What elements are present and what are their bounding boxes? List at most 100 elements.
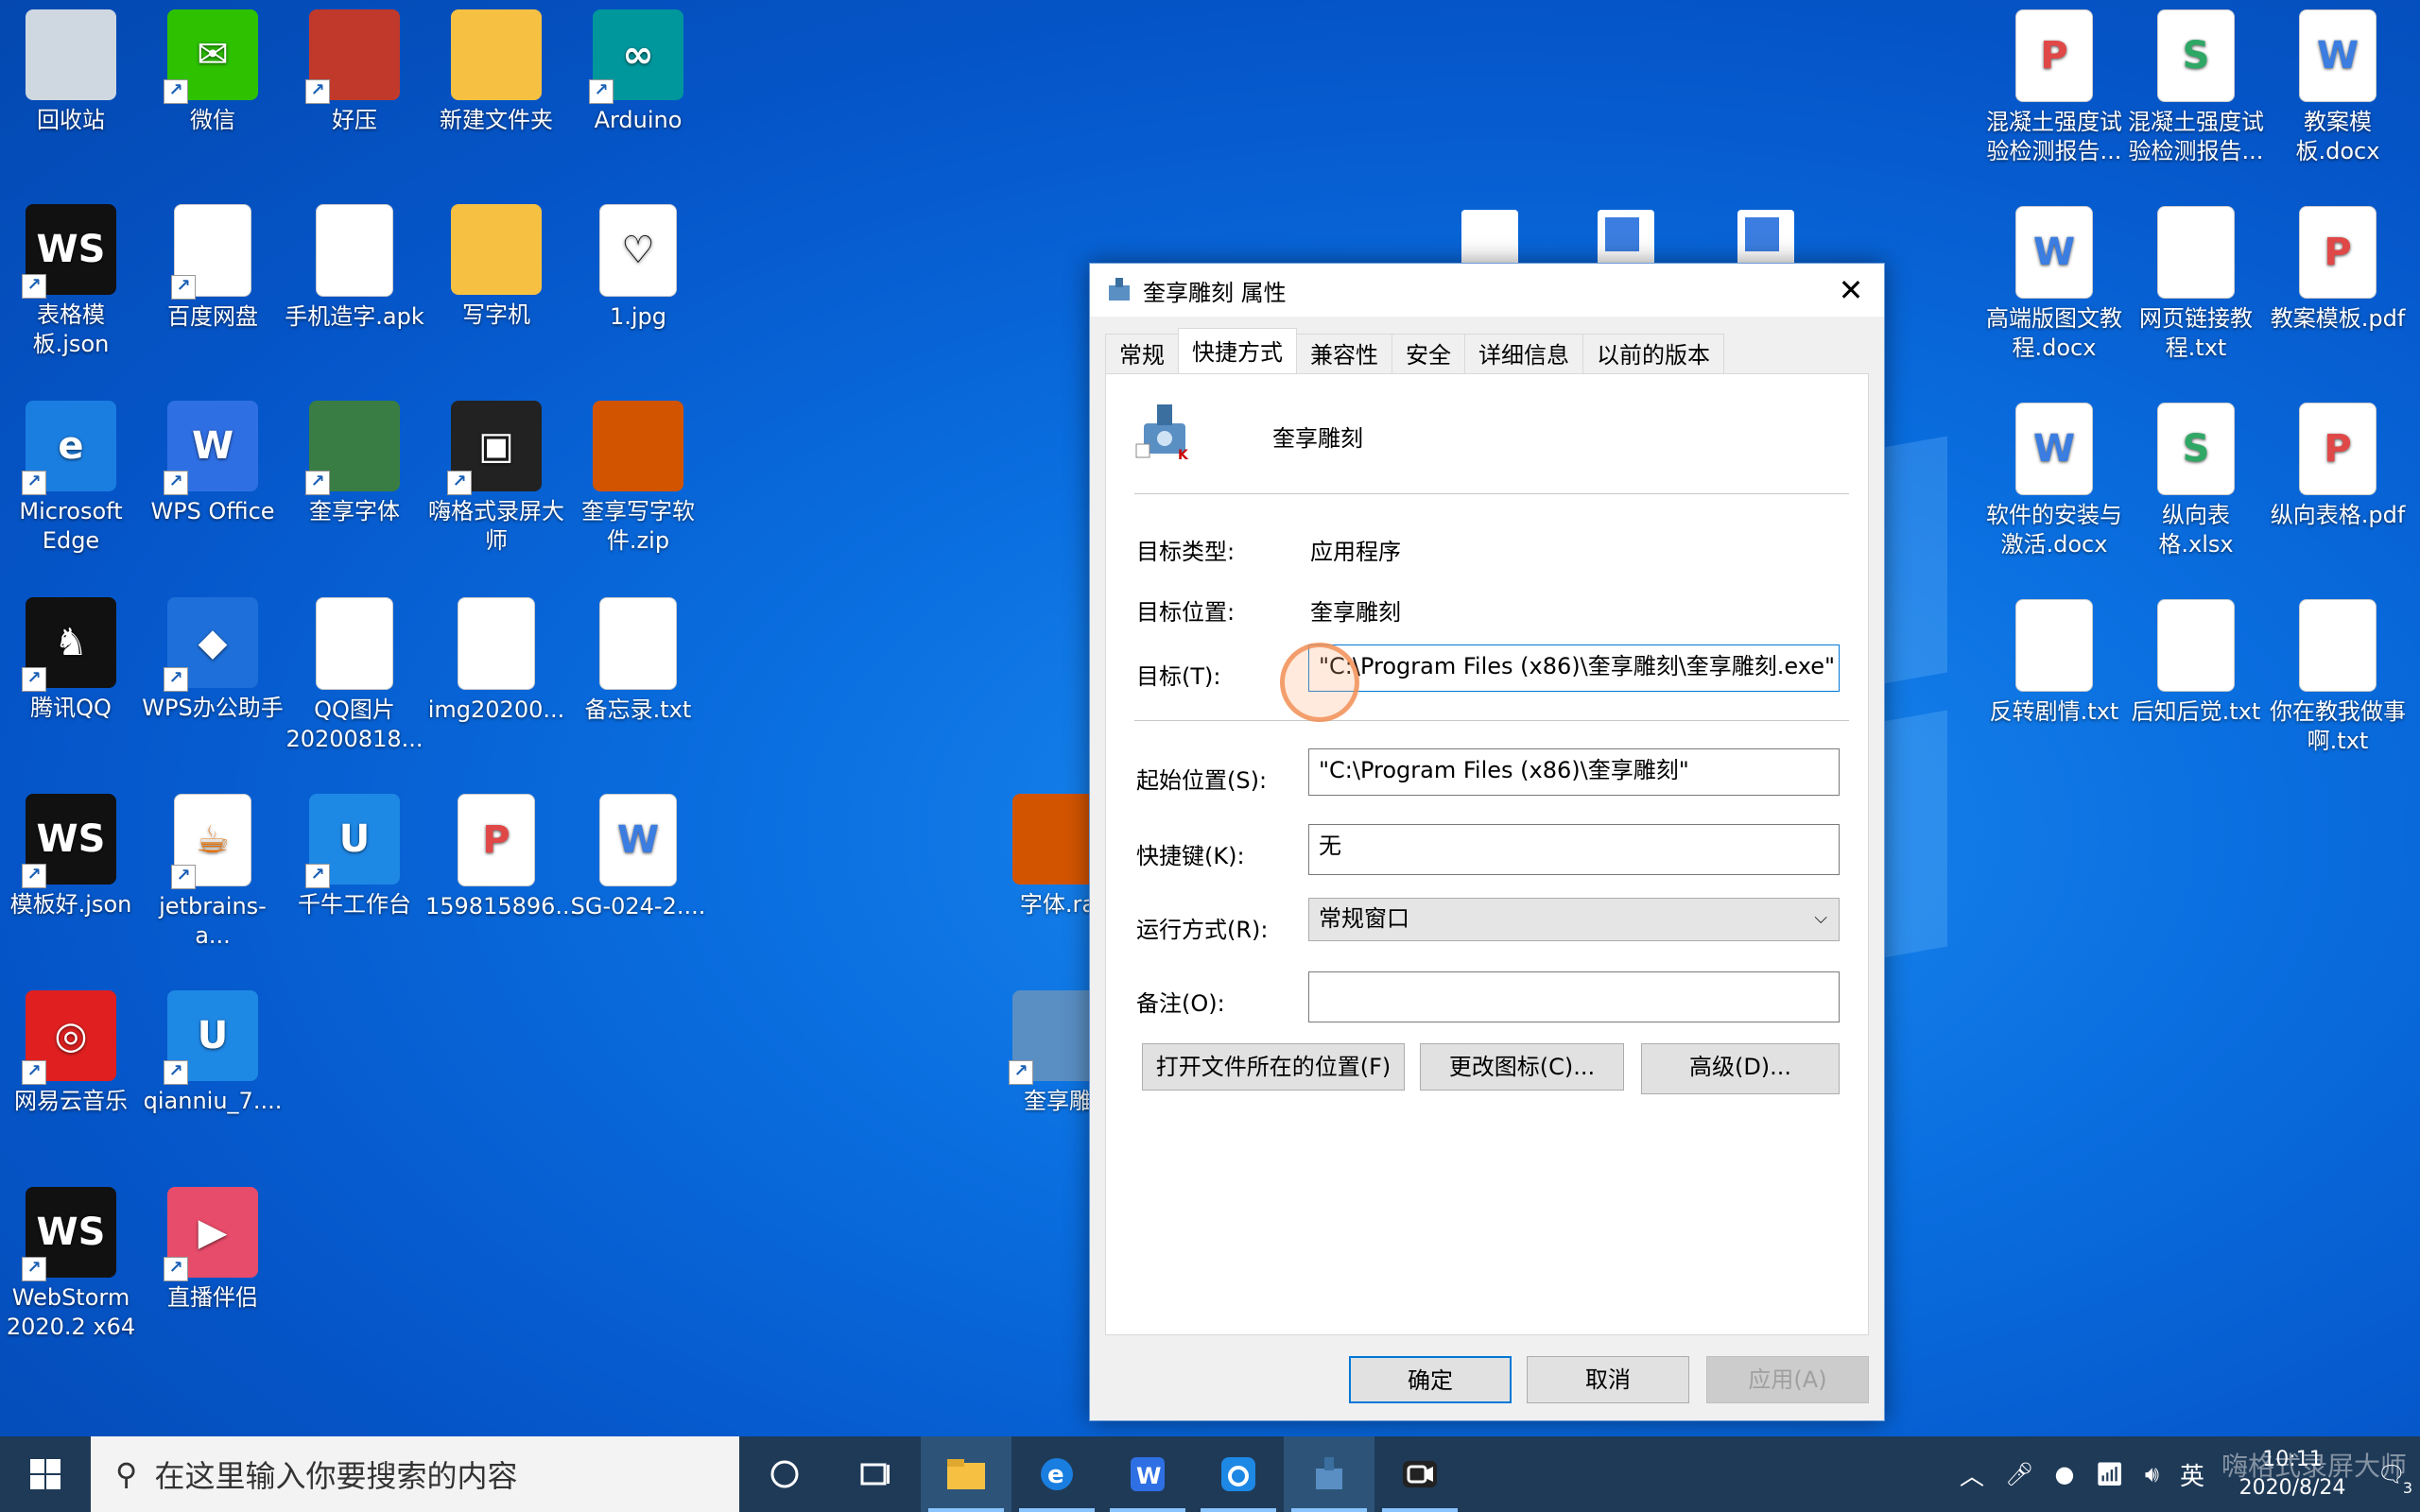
kuixiang-taskbar-icon[interactable]: [1284, 1436, 1374, 1512]
tab-shortcut[interactable]: 快捷方式: [1178, 328, 1297, 374]
cortana-icon[interactable]: [739, 1436, 830, 1512]
desktop-icon[interactable]: ◆ ↗ WPS办公助手: [142, 597, 284, 723]
desktop-icon[interactable]: P 159815896...: [425, 794, 577, 921]
target-field[interactable]: "C:\Program Files (x86)\奎享雕刻\奎享雕刻.exe": [1308, 644, 1840, 692]
desktop-icon[interactable]: ▣ ↗ 嗨格式录屏大师: [425, 401, 567, 556]
heart-image-icon: ♡: [599, 204, 677, 297]
folder-icon: [451, 9, 542, 100]
desktop-icon-label: 教案模板.docx: [2295, 109, 2380, 164]
desktop-icon-label: 嗨格式录屏大师: [428, 498, 564, 554]
microphone-icon[interactable]: 🎤︎: [2005, 1461, 2033, 1487]
ok-button[interactable]: 确定: [1349, 1356, 1512, 1403]
desktop-icon[interactable]: ↗ 百度网盘: [142, 204, 284, 332]
zip-icon: [593, 401, 683, 491]
sheet-doc-icon: S: [2157, 9, 2235, 102]
comment-label: 备注(O):: [1136, 990, 1225, 1017]
desktop-icon[interactable]: P 教案模板.pdf: [2267, 206, 2409, 334]
search-placeholder: 在这里输入你要搜索的内容: [154, 1458, 518, 1494]
edge-taskbar-icon[interactable]: e: [1011, 1436, 1102, 1512]
svg-text:e: e: [1047, 1461, 1064, 1489]
desktop-icon[interactable]: ▶︎ ↗ 直播伴侣: [142, 1187, 284, 1313]
qianniu-taskbar-icon[interactable]: [1193, 1436, 1284, 1512]
start-in-field[interactable]: "C:\Program Files (x86)\奎享雕刻": [1308, 748, 1840, 796]
tab-security[interactable]: 安全: [1392, 334, 1465, 374]
desktop-icon[interactable]: QQ图片20200818...: [284, 597, 425, 754]
tab-details[interactable]: 详细信息: [1464, 334, 1583, 374]
desktop-icon[interactable]: P 混凝土强度试验检测报告...: [1983, 9, 2125, 166]
tab-compatibility[interactable]: 兼容性: [1296, 334, 1392, 374]
desktop-icon[interactable]: S 混凝土强度试验检测报告...: [2125, 9, 2267, 166]
ime-indicator[interactable]: 英: [2180, 1457, 2204, 1492]
image-doc-icon: [458, 597, 535, 690]
taskbar-search-box[interactable]: ⚲ 在这里输入你要搜索的内容: [91, 1436, 739, 1512]
apply-button[interactable]: 应用(A): [1706, 1356, 1869, 1403]
desktop-icon[interactable]: WS ↗ WebStorm 2020.2 x64: [0, 1187, 142, 1342]
desktop-icon[interactable]: 写字机: [425, 204, 567, 330]
desktop-icon[interactable]: 备忘录.txt: [567, 597, 709, 725]
advanced-button[interactable]: 高级(D)...: [1641, 1043, 1840, 1094]
chevron-down-icon: ⌵: [1814, 908, 1827, 928]
desktop-icon[interactable]: 网页链接教程.txt: [2125, 206, 2267, 363]
file-explorer-icon[interactable]: [921, 1436, 1011, 1512]
desktop-icon[interactable]: 后知后觉.txt: [2125, 599, 2267, 727]
task-view-icon[interactable]: [830, 1436, 921, 1512]
tab-previous-versions[interactable]: 以前的版本: [1582, 334, 1724, 374]
desktop-icon[interactable]: 你在教我做事啊.txt: [2267, 599, 2409, 756]
desktop-icon[interactable]: W SG-024-2....: [567, 794, 709, 921]
desktop-icon[interactable]: W 高端版图文教程.docx: [1983, 206, 2125, 363]
desktop-icon[interactable]: ☕︎ ↗ jetbrains-a...: [142, 794, 284, 951]
pdf-doc-icon: P: [2299, 206, 2377, 299]
run-dropdown[interactable]: 常规窗口 ⌵: [1308, 898, 1840, 941]
volume-icon[interactable]: 🔊︎: [2145, 1461, 2159, 1487]
shortcut-arrow-icon: ↗: [1009, 1060, 1033, 1085]
taskbar: ⚲ 在这里输入你要搜索的内容 e W ︿ 🎤︎ ● 📶︎ 🔊︎ 英 10:11 …: [0, 1436, 2420, 1512]
desktop-icon-label: 手机造字.apk: [285, 303, 424, 330]
desktop-icon[interactable]: W ↗ WPS Office: [142, 401, 284, 526]
desktop-icon[interactable]: W 教案模板.docx: [2267, 9, 2409, 166]
screen-recorder-taskbar-icon[interactable]: [1374, 1436, 1465, 1512]
qq-tray-icon[interactable]: ●: [2054, 1461, 2074, 1487]
desktop-icon[interactable]: 手机造字.apk: [284, 204, 425, 332]
desktop-icon[interactable]: WS ↗ 表格模板.json: [0, 204, 142, 359]
shortcut-key-field[interactable]: 无: [1308, 824, 1840, 875]
network-icon[interactable]: 📶︎: [2095, 1461, 2123, 1487]
screen-recorder-icon: ▣ ↗: [447, 401, 542, 495]
desktop-icon[interactable]: U ↗ qianniu_7....: [142, 990, 284, 1116]
chevron-up-icon[interactable]: ︿: [1960, 1457, 1984, 1492]
desktop-icon[interactable]: W 软件的安装与激活.docx: [1983, 403, 2125, 559]
desktop-icon[interactable]: 新建文件夹: [425, 9, 567, 135]
desktop-icon[interactable]: ♡ 1.jpg: [567, 204, 709, 332]
desktop-icon[interactable]: S 纵向表格.xlsx: [2125, 403, 2267, 559]
desktop-icon-label: Arduino: [594, 107, 683, 133]
desktop-icon[interactable]: ↗ 好压: [284, 9, 425, 135]
desktop-icon-label: 奎享写字软件.zip: [581, 498, 695, 554]
divider: [1134, 720, 1849, 721]
desktop-icon-label: WPS Office: [150, 498, 275, 524]
desktop-icon[interactable]: WS ↗ 模板好.json: [0, 794, 142, 919]
close-icon[interactable]: ✕: [1818, 264, 1884, 317]
cancel-button[interactable]: 取消: [1527, 1356, 1689, 1403]
txt-icon: [2157, 206, 2235, 299]
desktop-icon[interactable]: img20200...: [425, 597, 567, 725]
change-icon-button[interactable]: 更改图标(C)...: [1420, 1043, 1624, 1091]
start-button[interactable]: [0, 1436, 91, 1512]
desktop-icon-label: 教案模板.pdf: [2270, 305, 2406, 332]
dialog-titlebar[interactable]: 奎享雕刻 属性 ✕: [1090, 264, 1884, 317]
desktop-icon[interactable]: ✉︎ ↗ 微信: [142, 9, 284, 135]
desktop-icon[interactable]: e ↗ Microsoft Edge: [0, 401, 142, 556]
desktop-icon[interactable]: 奎享写字软件.zip: [567, 401, 709, 556]
desktop-icon[interactable]: 回收站: [0, 9, 142, 135]
desktop-icon[interactable]: U ↗ 千牛工作台: [284, 794, 425, 919]
wps-taskbar-icon[interactable]: W: [1102, 1436, 1193, 1512]
desktop-icon[interactable]: ↗ 奎享字体: [284, 401, 425, 526]
tab-general[interactable]: 常规: [1105, 334, 1179, 374]
comment-field[interactable]: [1308, 971, 1840, 1022]
desktop-icon[interactable]: 反转剧情.txt: [1983, 599, 2125, 727]
edge-icon: e ↗: [22, 401, 116, 495]
desktop-icon-label: 后知后觉.txt: [2131, 698, 2261, 725]
desktop-icon[interactable]: P 纵向表格.pdf: [2267, 403, 2409, 530]
open-file-location-button[interactable]: 打开文件所在的位置(F): [1142, 1043, 1405, 1091]
desktop-icon[interactable]: ♞ ↗ 腾讯QQ: [0, 597, 142, 723]
desktop-icon[interactable]: ◎ ↗ 网易云音乐: [0, 990, 142, 1116]
desktop-icon[interactable]: ∞ ↗ Arduino: [567, 9, 709, 135]
